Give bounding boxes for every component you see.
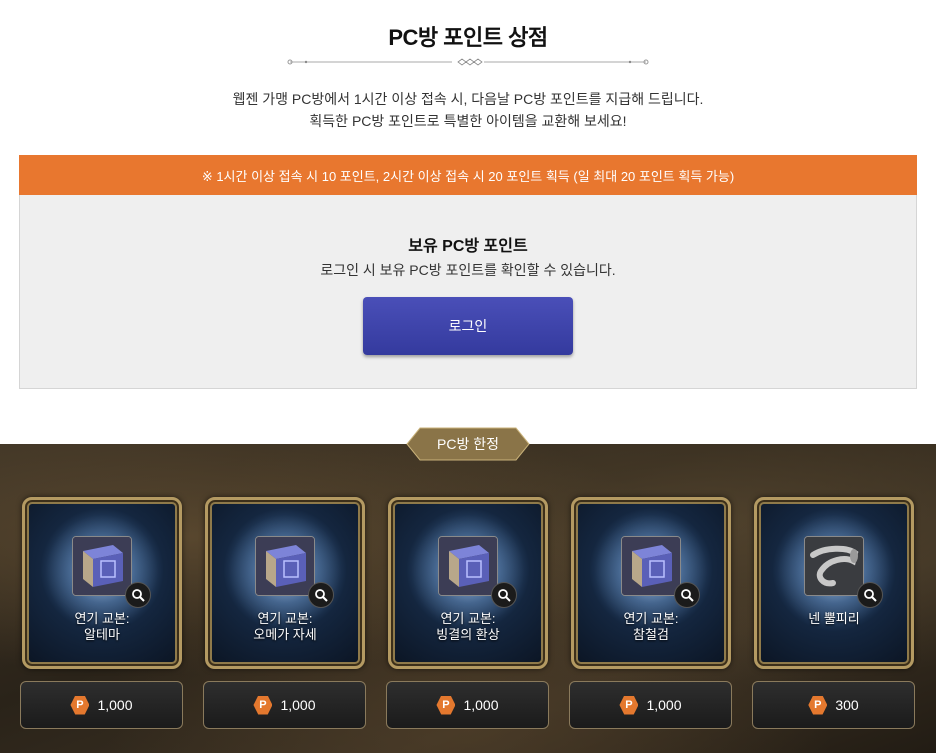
item-price: 1,000 [97,697,133,713]
point-icon: P [70,695,90,715]
item-name-line: 연기 교본: [74,611,130,626]
shop-item-card[interactable]: 연기 교본: 참철검 [571,497,731,669]
item-name: 넨 뿔피리 [757,611,911,627]
zoom-icon[interactable] [125,582,151,608]
book-icon [621,536,681,596]
point-icon: P [436,695,456,715]
book-icon [255,536,315,596]
item-name-line: 오메가 자세 [253,627,317,642]
point-icon: P [253,695,273,715]
item-name: 연기 교본: 빙결의 환상 [391,611,545,643]
zoom-icon[interactable] [674,582,700,608]
item-name-line: 알테마 [84,627,120,642]
item-name-line: 넨 뿔피리 [808,611,860,626]
pc-limited-tag-label: PC방 한정 [437,436,499,452]
horn-icon [804,536,864,596]
title-divider-ornament [287,58,649,66]
shop-item-card[interactable]: 연기 교본: 알테마 [22,497,182,669]
book-icon [438,536,498,596]
buy-button[interactable]: P 300 [752,681,915,729]
buy-button[interactable]: P 1,000 [386,681,549,729]
zoom-icon[interactable] [491,582,517,608]
points-title: 보유 PC방 포인트 [408,238,528,255]
buy-button[interactable]: P 1,000 [203,681,366,729]
item-name-line: 연기 교본: [623,611,679,626]
intro-line: 웹젠 가맹 PC방에서 1시간 이상 접속 시, 다음날 PC방 포인트를 지급… [232,91,704,107]
intro-text: 웹젠 가맹 PC방에서 1시간 이상 접속 시, 다음날 PC방 포인트를 지급… [0,88,936,132]
item-name-line: 빙결의 환상 [436,627,500,642]
points-description: 로그인 시 보유 PC방 포인트를 확인할 수 있습니다. [320,262,616,278]
intro-line: 획득한 PC방 포인트로 특별한 아이템을 교환해 보세요! [309,113,627,129]
point-icon: P [808,695,828,715]
login-button[interactable]: 로그인 [363,297,573,355]
item-name-line: 참철검 [633,627,669,642]
shop-item-card[interactable]: 연기 교본: 오메가 자세 [205,497,365,669]
zoom-icon[interactable] [857,582,883,608]
point-icon: P [619,695,639,715]
item-name: 연기 교본: 참철검 [574,611,728,643]
shop-item-card[interactable]: 넨 뿔피리 [754,497,914,669]
buy-button[interactable]: P 1,000 [20,681,183,729]
page-title: PC방 포인트 상점 [388,25,548,50]
item-price: 300 [835,697,859,713]
points-rule-banner: ※ 1시간 이상 접속 시 10 포인트, 2시간 이상 접속 시 20 포인트… [19,155,917,195]
points-panel: ※ 1시간 이상 접속 시 10 포인트, 2시간 이상 접속 시 20 포인트… [19,155,917,389]
zoom-icon[interactable] [308,582,334,608]
item-price: 1,000 [646,697,682,713]
book-icon [72,536,132,596]
item-price: 1,000 [463,697,499,713]
item-name: 연기 교본: 알테마 [25,611,179,643]
item-price: 1,000 [280,697,316,713]
pc-limited-tag: PC방 한정 [406,427,530,461]
item-name: 연기 교본: 오메가 자세 [208,611,362,643]
item-name-line: 연기 교본: [257,611,313,626]
shop-item-card[interactable]: 연기 교본: 빙결의 환상 [388,497,548,669]
buy-button[interactable]: P 1,000 [569,681,732,729]
item-name-line: 연기 교본: [440,611,496,626]
